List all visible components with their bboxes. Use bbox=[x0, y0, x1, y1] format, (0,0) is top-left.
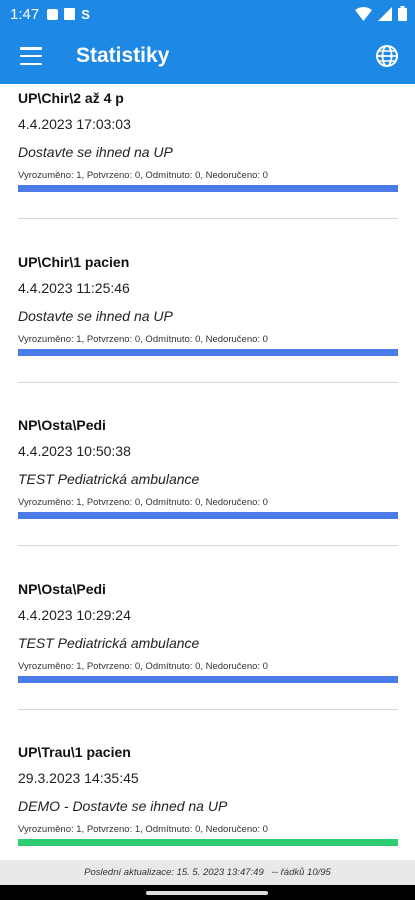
item-message: TEST Pediatrická ambulance bbox=[18, 471, 200, 487]
item-title: UP\Chir\2 až 4 p bbox=[18, 90, 124, 106]
battery-icon bbox=[398, 6, 407, 21]
status-left-icons: S bbox=[47, 7, 90, 22]
last-update-text: Poslední aktualizace: 15. 5. 2023 13:47:… bbox=[84, 867, 331, 878]
list-item[interactable]: UP\Chir\1 pacien 4.4.2023 11:25:46 Dosta… bbox=[18, 248, 398, 388]
statistics-list[interactable]: UP\Chir\2 až 4 p 4.4.2023 17:03:03 Dosta… bbox=[0, 84, 415, 860]
item-date: 29.3.2023 14:35:45 bbox=[18, 770, 139, 786]
home-handle[interactable] bbox=[146, 891, 268, 895]
item-stats: Vyrozuměno: 1, Potvrzeno: 0, Odmítnuto: … bbox=[18, 661, 268, 672]
item-stats: Vyrozuměno: 1, Potvrzeno: 0, Odmítnuto: … bbox=[18, 170, 268, 181]
divider bbox=[18, 382, 398, 383]
status-time: 1:47 bbox=[10, 5, 40, 23]
item-message: Dostavte se ihned na UP bbox=[18, 144, 173, 160]
item-message: TEST Pediatrická ambulance bbox=[18, 635, 200, 651]
item-message: DEMO - Dostavte se ihned na UP bbox=[18, 798, 228, 814]
item-date: 4.4.2023 10:50:38 bbox=[18, 443, 131, 459]
item-progress-bar bbox=[18, 185, 398, 192]
menu-icon[interactable] bbox=[20, 47, 42, 65]
item-stats: Vyrozuměno: 1, Potvrzeno: 0, Odmítnuto: … bbox=[18, 334, 268, 345]
item-date: 4.4.2023 11:25:46 bbox=[18, 280, 130, 296]
item-title: NP\Osta\Pedi bbox=[18, 581, 106, 597]
item-progress-bar bbox=[18, 676, 398, 683]
divider bbox=[18, 218, 398, 219]
item-progress-bar bbox=[18, 349, 398, 356]
item-stats: Vyrozuměno: 1, Potvrzeno: 1, Odmítnuto: … bbox=[18, 824, 268, 835]
item-title: UP\Chir\1 pacien bbox=[18, 254, 130, 270]
item-progress-bar bbox=[18, 512, 398, 519]
item-title: NP\Osta\Pedi bbox=[18, 417, 106, 433]
notification-icon bbox=[47, 8, 59, 20]
s-app-icon: S bbox=[81, 6, 90, 22]
item-progress-bar bbox=[18, 839, 398, 846]
page-title: Statistiky bbox=[76, 44, 170, 67]
last-update-footer: Poslední aktualizace: 15. 5. 2023 13:47:… bbox=[0, 860, 415, 885]
divider bbox=[18, 709, 398, 710]
item-date: 4.4.2023 10:29:24 bbox=[18, 607, 131, 623]
status-bar: 1:47 S bbox=[0, 0, 415, 28]
list-item[interactable]: UP\Trau\1 pacien 29.3.2023 14:35:45 DEMO… bbox=[18, 738, 398, 860]
system-navigation-bar bbox=[0, 885, 415, 900]
divider bbox=[18, 545, 398, 546]
item-date: 4.4.2023 17:03:03 bbox=[18, 116, 131, 132]
globe-icon[interactable] bbox=[375, 44, 399, 68]
list-item[interactable]: NP\Osta\Pedi 4.4.2023 10:29:24 TEST Pedi… bbox=[18, 575, 398, 715]
list-item[interactable]: NP\Osta\Pedi 4.4.2023 10:50:38 TEST Pedi… bbox=[18, 411, 398, 551]
signal-icon bbox=[378, 6, 392, 21]
photo-icon bbox=[64, 8, 76, 20]
item-title: UP\Trau\1 pacien bbox=[18, 744, 131, 760]
item-message: Dostavte se ihned na UP bbox=[18, 308, 173, 324]
wifi-icon bbox=[355, 6, 372, 21]
status-right-icons bbox=[355, 6, 407, 21]
app-bar: Statistiky bbox=[0, 28, 415, 84]
list-item[interactable]: UP\Chir\2 až 4 p 4.4.2023 17:03:03 Dosta… bbox=[18, 84, 398, 224]
item-stats: Vyrozuměno: 1, Potvrzeno: 0, Odmítnuto: … bbox=[18, 497, 268, 508]
